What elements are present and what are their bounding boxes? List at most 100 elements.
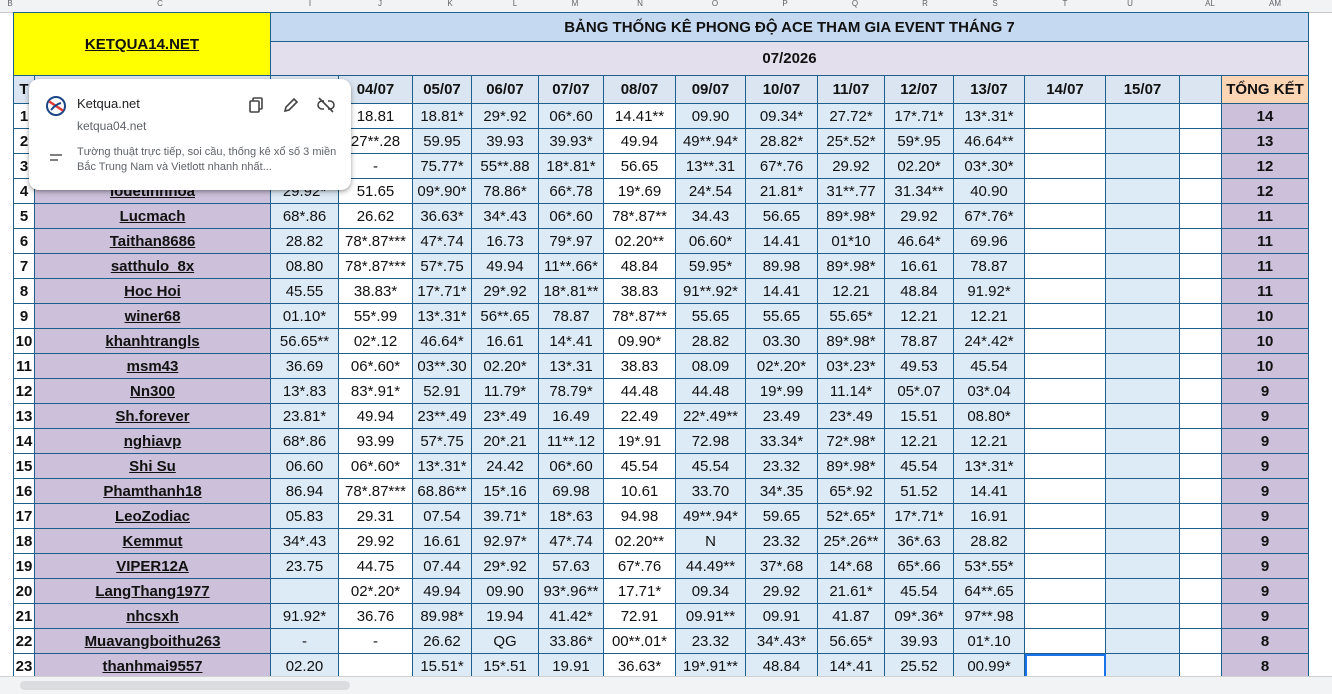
day-result-cell[interactable]: 23*.49 xyxy=(817,403,885,429)
day-result-cell[interactable]: 01*10 xyxy=(817,228,885,254)
day-result-cell[interactable]: 78*.87** xyxy=(603,303,676,329)
day-result-cell[interactable]: 06*.60 xyxy=(538,203,604,229)
day-result-cell[interactable]: 23.32 xyxy=(675,628,746,654)
day-result-cell[interactable] xyxy=(1105,553,1180,579)
day-result-cell[interactable]: 56.65 xyxy=(603,153,676,179)
day-result-cell[interactable]: 23.32 xyxy=(745,453,818,479)
total-cell[interactable]: 12 xyxy=(1221,153,1309,179)
day-result-cell[interactable]: 16.61 xyxy=(471,328,539,354)
day-result-cell[interactable]: 52*.65* xyxy=(817,503,885,529)
day-result-cell[interactable]: 97**.98 xyxy=(953,603,1025,629)
day-result-cell[interactable]: 18*.63 xyxy=(538,503,604,529)
day-result-cell[interactable]: 36.69 xyxy=(270,353,339,379)
player-name-link[interactable]: Taithan8686 xyxy=(34,228,271,254)
total-cell[interactable]: 9 xyxy=(1221,403,1309,429)
day-result-cell[interactable]: 24*.42* xyxy=(953,328,1025,354)
total-cell[interactable]: 10 xyxy=(1221,303,1309,329)
day-result-cell[interactable]: 06*.60* xyxy=(338,453,413,479)
row-number[interactable]: 15 xyxy=(13,453,35,479)
day-result-cell[interactable]: 01*.10 xyxy=(953,628,1025,654)
day-result-cell[interactable]: 41.42* xyxy=(538,603,604,629)
day-result-cell[interactable]: 92.97* xyxy=(471,528,539,554)
day-result-cell[interactable]: 39.93 xyxy=(884,628,954,654)
row-number[interactable]: 18 xyxy=(13,528,35,554)
day-result-cell[interactable] xyxy=(1105,178,1180,204)
player-name-link[interactable]: Kemmut xyxy=(34,528,271,554)
day-result-cell[interactable]: 52.91 xyxy=(412,378,472,404)
day-result-cell[interactable]: 23.49 xyxy=(745,403,818,429)
day-result-cell[interactable]: 49.94 xyxy=(603,128,676,154)
player-name-link[interactable]: Hoc Hoi xyxy=(34,278,271,304)
day-result-cell[interactable]: 11**.12 xyxy=(538,428,604,454)
day-result-cell[interactable]: 29.92 xyxy=(817,153,885,179)
day-result-cell[interactable]: 09*.36* xyxy=(884,603,954,629)
total-cell[interactable]: 8 xyxy=(1221,628,1309,654)
total-cell[interactable]: 9 xyxy=(1221,378,1309,404)
column-letter-T[interactable]: T xyxy=(1055,0,1075,12)
day-result-cell[interactable]: 68*.86 xyxy=(270,203,339,229)
day-result-cell[interactable]: 78*.87*** xyxy=(338,228,413,254)
day-result-cell[interactable]: 45.54 xyxy=(675,453,746,479)
day-result-cell[interactable]: 49.94 xyxy=(471,253,539,279)
header-date[interactable]: 11/07 xyxy=(817,75,885,104)
day-result-cell[interactable]: 13*.31 xyxy=(538,353,604,379)
player-name-link[interactable]: Lucmach xyxy=(34,203,271,229)
column-letter-U[interactable]: U xyxy=(1120,0,1140,12)
day-result-cell[interactable] xyxy=(1105,578,1180,604)
day-result-cell[interactable]: 67*.76 xyxy=(745,153,818,179)
day-result-cell[interactable]: 39.71* xyxy=(471,503,539,529)
day-result-cell[interactable]: 09*.90* xyxy=(412,178,472,204)
copy-icon[interactable] xyxy=(247,95,267,115)
day-result-cell[interactable]: 12.21 xyxy=(953,303,1025,329)
day-result-cell[interactable]: 72*.98* xyxy=(817,428,885,454)
day-result-cell[interactable]: 03*.23* xyxy=(817,353,885,379)
day-result-cell[interactable] xyxy=(1105,378,1180,404)
row-number[interactable]: 8 xyxy=(13,278,35,304)
day-result-cell[interactable]: 47*.74 xyxy=(412,228,472,254)
day-result-cell[interactable]: 67*.76 xyxy=(603,553,676,579)
row-number[interactable]: 16 xyxy=(13,478,35,504)
extra-cell[interactable] xyxy=(1179,103,1222,129)
day-result-cell[interactable] xyxy=(1024,478,1106,504)
day-result-cell[interactable]: 78.86* xyxy=(471,178,539,204)
day-result-cell[interactable]: 05*.07 xyxy=(884,378,954,404)
day-result-cell[interactable]: 17*.71* xyxy=(884,103,954,129)
extra-cell[interactable] xyxy=(1179,303,1222,329)
day-result-cell[interactable]: 29.31 xyxy=(338,503,413,529)
day-result-cell[interactable]: 12.21 xyxy=(884,428,954,454)
extra-cell[interactable] xyxy=(1179,378,1222,404)
day-result-cell[interactable]: 89*.98* xyxy=(817,328,885,354)
day-result-cell[interactable]: 02*.12 xyxy=(338,328,413,354)
day-result-cell[interactable]: 68*.86 xyxy=(270,428,339,454)
extra-cell[interactable] xyxy=(1179,253,1222,279)
player-name-link[interactable]: Muavangboithu263 xyxy=(34,628,271,654)
day-result-cell[interactable]: 49**.94* xyxy=(675,503,746,529)
day-result-cell[interactable] xyxy=(1024,453,1106,479)
day-result-cell[interactable]: 16.49 xyxy=(538,403,604,429)
day-result-cell[interactable]: 29.92 xyxy=(745,578,818,604)
day-result-cell[interactable] xyxy=(1024,553,1106,579)
header-date[interactable]: 06/07 xyxy=(471,75,539,104)
month-label[interactable]: 07/2026 xyxy=(270,41,1309,76)
day-result-cell[interactable]: 33.86* xyxy=(538,628,604,654)
extra-cell[interactable] xyxy=(1179,653,1222,679)
player-name-link[interactable]: LeoZodiac xyxy=(34,503,271,529)
day-result-cell[interactable]: 03.30 xyxy=(745,328,818,354)
day-result-cell[interactable]: 22.49 xyxy=(603,403,676,429)
day-result-cell[interactable] xyxy=(1024,228,1106,254)
day-result-cell[interactable]: QG xyxy=(471,628,539,654)
day-result-cell[interactable]: 20*.21 xyxy=(471,428,539,454)
header-date[interactable]: 07/07 xyxy=(538,75,604,104)
day-result-cell[interactable]: 94.98 xyxy=(603,503,676,529)
day-result-cell[interactable]: 72.91 xyxy=(603,603,676,629)
day-result-cell[interactable]: 72.98 xyxy=(675,428,746,454)
day-result-cell[interactable] xyxy=(1024,628,1106,654)
day-result-cell[interactable] xyxy=(1024,128,1106,154)
day-result-cell[interactable]: 78*.87*** xyxy=(338,478,413,504)
day-result-cell[interactable]: 07.54 xyxy=(412,503,472,529)
total-cell[interactable]: 12 xyxy=(1221,178,1309,204)
horizontal-scrollbar[interactable] xyxy=(0,676,1332,694)
column-letter-L[interactable]: L xyxy=(505,0,525,12)
day-result-cell[interactable]: 18*.81** xyxy=(538,278,604,304)
player-name-link[interactable]: satthulo_8x xyxy=(34,253,271,279)
